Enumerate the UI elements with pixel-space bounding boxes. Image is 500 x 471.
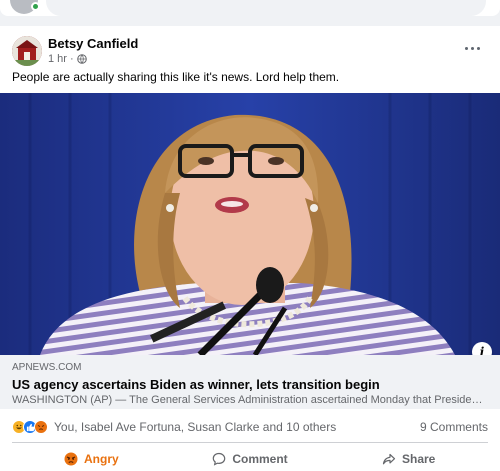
- link-preview-card[interactable]: APNEWS.COM US agency ascertains Biden as…: [0, 355, 500, 409]
- composer-input[interactable]: [46, 0, 486, 16]
- divider: [12, 442, 488, 443]
- more-options-button[interactable]: [460, 38, 484, 58]
- react-label: Angry: [84, 452, 119, 466]
- comment-button[interactable]: Comment: [171, 446, 330, 471]
- angry-icon: [64, 452, 78, 466]
- angry-icon: [34, 420, 48, 434]
- reactions-summary: You, Isabel Ave Fortuna, Susan Clarke an…: [12, 418, 488, 436]
- author-avatar[interactable]: [12, 36, 42, 66]
- post-header: Betsy Canfield 1 hr ·: [12, 34, 488, 74]
- comment-icon: [212, 452, 226, 466]
- meta-separator: ·: [69, 53, 74, 65]
- post-text: People are actually sharing this like it…: [12, 70, 340, 84]
- comment-label: Comment: [232, 452, 288, 466]
- author-name[interactable]: Betsy Canfield: [48, 36, 138, 51]
- post-meta: 1 hr ·: [48, 53, 87, 65]
- link-description: WASHINGTON (AP) — The General Services A…: [12, 394, 488, 406]
- globe-icon: [76, 54, 87, 64]
- post-time[interactable]: 1 hr: [48, 53, 67, 65]
- link-preview-image[interactable]: [0, 93, 500, 355]
- reactors-text[interactable]: You, Isabel Ave Fortuna, Susan Clarke an…: [54, 420, 336, 434]
- composer-bar: [0, 0, 500, 16]
- post-actions: Angry Comment Share: [12, 446, 488, 471]
- comments-count[interactable]: 9 Comments: [420, 420, 488, 434]
- dot-icon: [476, 46, 480, 50]
- dot-icon: [464, 46, 468, 50]
- link-title[interactable]: US agency ascertains Biden as winner, le…: [12, 376, 488, 393]
- online-status-dot: [31, 2, 40, 11]
- news-photo: [0, 93, 500, 355]
- react-button[interactable]: Angry: [12, 446, 171, 471]
- share-icon: [382, 452, 396, 466]
- share-label: Share: [402, 452, 436, 466]
- post-card: Betsy Canfield 1 hr · People are actuall…: [0, 26, 500, 471]
- reaction-icons[interactable]: [12, 420, 48, 434]
- share-button[interactable]: Share: [329, 446, 488, 471]
- dot-icon: [470, 46, 474, 50]
- link-domain: APNEWS.COM: [12, 362, 82, 373]
